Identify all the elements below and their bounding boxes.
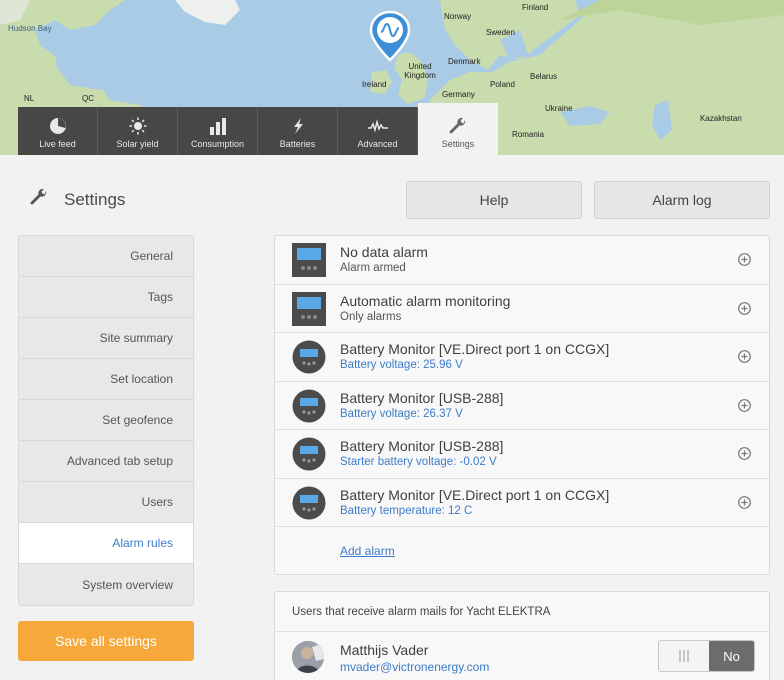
wrench-icon <box>447 116 469 136</box>
tab-solar-yield[interactable]: Solar yield <box>98 107 178 155</box>
map-label-romania: Romania <box>512 130 545 139</box>
map-label-ukraine: Ukraine <box>545 104 573 113</box>
ccgx-device-icon <box>292 291 326 326</box>
tab-advanced[interactable]: Advanced <box>338 107 418 155</box>
tab-label: Batteries <box>279 139 316 149</box>
battery-monitor-device-icon <box>292 389 326 423</box>
tab-settings[interactable]: Settings <box>418 103 498 155</box>
tab-label: Consumption <box>190 139 245 149</box>
tab-label: Settings <box>441 139 475 149</box>
alarm-title: Battery Monitor [USB-288] <box>340 389 504 406</box>
help-button[interactable]: Help <box>406 181 582 219</box>
sidebar-item-system-overview[interactable]: System overview <box>19 564 193 605</box>
alarm-title: Battery Monitor [VE.Direct port 1 on CCG… <box>340 341 610 357</box>
sidebar-item-alarm-rules[interactable]: Alarm rules <box>19 523 193 564</box>
sidebar-item-users[interactable]: Users <box>19 482 193 523</box>
alarm-mail-toggle[interactable]: No <box>658 640 755 672</box>
expand-plus-icon[interactable] <box>738 253 751 266</box>
page-title: Settings <box>30 188 125 211</box>
expand-plus-icon[interactable] <box>738 301 751 315</box>
map-label-norway: Norway <box>444 12 472 21</box>
sidebar-item-set-location[interactable]: Set location <box>19 359 193 400</box>
alarm-row[interactable]: Battery Monitor [VE.Direct port 1 on CCG… <box>275 479 769 527</box>
battery-monitor-device-icon <box>292 437 326 471</box>
sun-icon <box>127 116 149 136</box>
pie-chart-icon <box>47 116 69 136</box>
alarm-mail-users-panel: Users that receive alarm mails for Yacht… <box>274 591 770 680</box>
map-label-nl: NL <box>24 94 35 103</box>
alarm-row[interactable]: Automatic alarm monitoring Only alarms <box>275 285 769 333</box>
map-label-denmark: Denmark <box>448 57 481 66</box>
ccgx-device-icon <box>292 243 326 277</box>
alarm-row[interactable]: Battery Monitor [VE.Direct port 1 on CCG… <box>275 333 769 382</box>
main-tabs: Live feed Solar yield Consumption Batter… <box>18 103 498 155</box>
user-name: Matthijs Vader <box>340 642 429 658</box>
map-label-poland: Poland <box>490 80 515 89</box>
map-label-finland: Finland <box>522 3 549 12</box>
map-label-qc: QC <box>82 94 94 103</box>
alarm-subtitle: Battery voltage: 25.96 V <box>340 359 463 371</box>
alarm-row[interactable]: Battery Monitor [USB-288] Battery voltag… <box>275 382 769 430</box>
alarm-title: Automatic alarm monitoring <box>340 292 511 309</box>
sidebar-item-site-summary[interactable]: Site summary <box>19 318 193 359</box>
settings-sidebar: General Tags Site summary Set location S… <box>18 235 194 606</box>
wrench-icon <box>30 188 48 211</box>
map-label-belarus: Belarus <box>530 72 558 81</box>
location-pin-icon[interactable] <box>369 10 411 62</box>
bar-chart-icon <box>207 116 229 136</box>
avatar <box>292 641 324 673</box>
battery-monitor-device-icon <box>292 486 326 520</box>
alarm-rules-panel: No data alarm Alarm armed Automatic alar… <box>274 235 770 575</box>
alarm-title: Battery Monitor [VE.Direct port 1 on CCG… <box>340 486 610 503</box>
alarm-title: No data alarm <box>340 244 428 260</box>
alarm-subtitle: Battery voltage: 26.37 V <box>340 407 463 420</box>
alarm-subtitle: Only alarms <box>340 310 402 323</box>
waveform-icon <box>367 116 389 136</box>
tab-live-feed[interactable]: Live feed <box>18 107 98 155</box>
expand-plus-icon[interactable] <box>738 495 751 509</box>
map-label-germany: Germany <box>442 90 475 99</box>
battery-monitor-device-icon <box>292 340 326 374</box>
sidebar-item-advanced-tab-setup[interactable]: Advanced tab setup <box>19 441 193 482</box>
user-email: mvader@victronenergy.com <box>340 660 490 674</box>
alarm-subtitle: Battery temperature: 12 C <box>340 504 473 517</box>
map-label-united-kingdom: United Kingdom <box>404 62 436 80</box>
alarm-title: Battery Monitor [USB-288] <box>340 438 504 454</box>
map-label-sweden: Sweden <box>486 28 515 37</box>
lightning-icon <box>287 116 309 136</box>
alarm-row[interactable]: Battery Monitor [USB-288] Starter batter… <box>275 430 769 479</box>
sidebar-item-set-geofence[interactable]: Set geofence <box>19 400 193 441</box>
sidebar-item-tags[interactable]: Tags <box>19 277 193 318</box>
user-row: Matthijs Vader mvader@victronenergy.com … <box>275 632 769 680</box>
expand-plus-icon[interactable] <box>738 398 751 412</box>
map-label-ireland: Ireland <box>362 80 387 89</box>
sidebar-item-general[interactable]: General <box>19 236 193 277</box>
users-panel-heading: Users that receive alarm mails for Yacht… <box>275 592 769 632</box>
toggle-state-label: No <box>709 641 754 671</box>
alarm-subtitle: Starter battery voltage: -0.02 V <box>340 456 497 468</box>
expand-plus-icon[interactable] <box>738 447 751 460</box>
map-label-hudson-bay: Hudson Bay <box>8 24 52 33</box>
page-title-label: Settings <box>64 189 126 209</box>
tab-label: Live feed <box>39 139 76 149</box>
tab-batteries[interactable]: Batteries <box>258 107 338 155</box>
alarm-log-button[interactable]: Alarm log <box>594 181 770 219</box>
save-all-settings-button[interactable]: Save all settings <box>18 621 194 661</box>
alarm-row[interactable]: No data alarm Alarm armed <box>275 236 769 285</box>
map-label-kazakhstan: Kazakhstan <box>700 114 742 123</box>
toggle-grip-icon <box>659 641 709 671</box>
tab-consumption[interactable]: Consumption <box>178 107 258 155</box>
expand-plus-icon[interactable] <box>738 350 751 363</box>
tab-label: Solar yield <box>116 139 159 149</box>
add-alarm-link[interactable]: Add alarm <box>340 544 395 558</box>
alarm-subtitle: Alarm armed <box>340 262 406 274</box>
tab-label: Advanced <box>357 139 398 149</box>
